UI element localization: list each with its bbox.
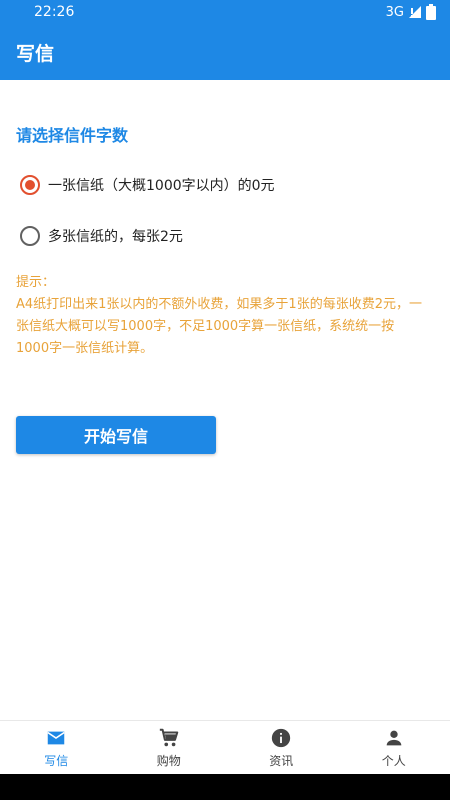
hint-text: 提示： A4纸打印出来1张以内的不额外收费，如果多于1张的每张收费2元，一张信纸… [16, 272, 426, 360]
mail-icon [47, 731, 65, 744]
page-title: 写信 [16, 42, 55, 65]
info-icon [272, 728, 291, 747]
status-icons: 3G [386, 4, 436, 20]
cart-icon [159, 728, 179, 746]
nav-item-profile[interactable]: 个人 [338, 721, 450, 774]
nav-label-shop: 购物 [156, 753, 181, 768]
option-one-page-label: 一张信纸（大概1000字以内）的0元 [48, 178, 275, 194]
status-bar: 22:26 3G [0, 0, 450, 24]
system-navigation-bar [0, 774, 450, 800]
nav-item-news[interactable]: 资讯 [225, 721, 338, 774]
hint-title: 提示： [16, 275, 56, 290]
person-icon [386, 730, 402, 745]
start-writing-button[interactable]: 开始写信 [16, 416, 216, 454]
option-one-page[interactable]: 一张信纸（大概1000字以内）的0元 [20, 175, 275, 195]
network-type: 3G [385, 4, 404, 20]
nav-label-write: 写信 [44, 753, 69, 768]
nav-item-shop[interactable]: 购物 [113, 721, 226, 774]
bottom-nav: 写信 购物 资讯 个人 [0, 720, 450, 774]
signal-icon [409, 6, 421, 18]
radio-unchecked-icon[interactable] [20, 226, 40, 246]
nav-label-profile: 个人 [381, 753, 406, 768]
nav-item-write[interactable]: 写信 [0, 721, 113, 774]
hint-body: A4纸打印出来1张以内的不额外收费，如果多于1张的每张收费2元，一张信纸大概可以… [16, 297, 422, 356]
nav-label-news: 资讯 [269, 753, 294, 768]
status-time: 22:26 [34, 4, 75, 20]
app-bar: 写信 [0, 24, 450, 80]
radio-checked-icon[interactable] [20, 175, 40, 195]
section-title: 请选择信件字数 [16, 126, 129, 145]
option-multi-page-label: 多张信纸的，每张2元 [48, 229, 183, 245]
option-multi-page[interactable]: 多张信纸的，每张2元 [20, 226, 183, 246]
battery-icon [426, 4, 436, 20]
